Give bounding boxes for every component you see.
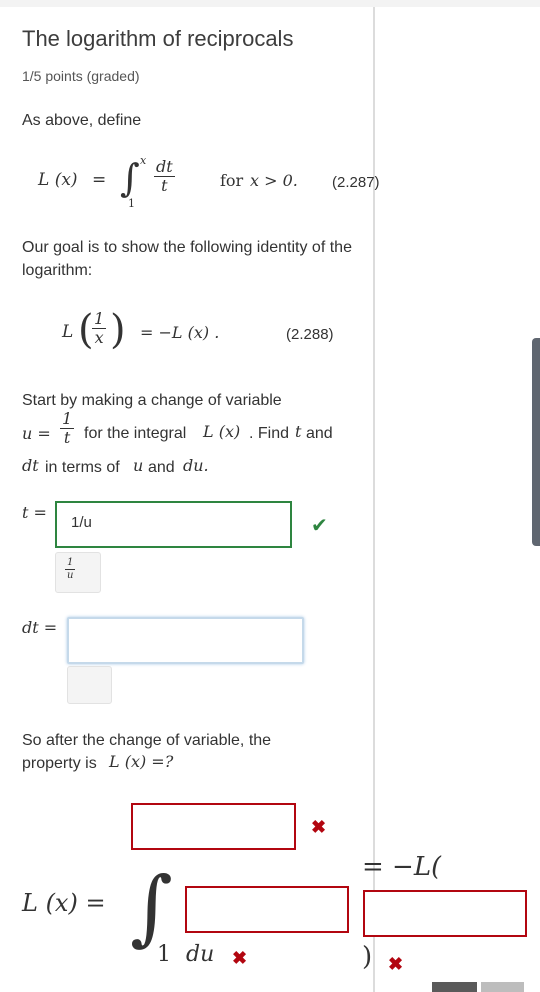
after-text-line-1: So after the change of variable, the <box>22 732 272 749</box>
t-input-value: 1/u <box>71 514 92 531</box>
eq1-number: (2.287) <box>332 174 380 191</box>
step-line-3: dt in terms of u and du. <box>22 456 362 480</box>
step-line-2: u = 1 t for the integral L (x) . Find t … <box>22 410 362 456</box>
final-lower-limit: 1 <box>157 942 171 967</box>
step-and: and <box>306 425 333 442</box>
step-find-var: t <box>295 422 302 441</box>
eq1-lower-limit: 1 <box>128 197 135 210</box>
t-preview-fraction: 1 u <box>65 557 76 582</box>
step-find: . Find <box>249 425 290 442</box>
step-frac-den: t <box>63 428 71 447</box>
show-answer-button[interactable] <box>481 982 524 992</box>
rhs-argument-input[interactable] <box>363 890 527 937</box>
after-text-prefix: property is <box>22 755 97 772</box>
final-close-paren: ) <box>362 942 373 972</box>
eq1-frac-num: dt <box>154 157 175 177</box>
integral-sign: ∫ <box>120 156 140 200</box>
integrand-input[interactable] <box>185 886 349 933</box>
eq2-number: (2.288) <box>286 326 334 343</box>
eq2-right-paren: ) <box>110 307 126 353</box>
after-text-line-2: property is L (x) =? <box>22 752 362 776</box>
step-du: du. <box>183 456 209 475</box>
step-u-eq: u = <box>22 424 51 443</box>
problem-title: The logarithm of reciprocals <box>22 26 294 51</box>
eq2-frac-num: 1 <box>92 309 107 329</box>
step-and-2: and <box>148 459 175 476</box>
dt-preview <box>67 666 112 704</box>
integrand-cross-icon: ✖ <box>232 948 248 968</box>
eq2-L: L <box>62 322 74 342</box>
final-du: du <box>186 942 215 967</box>
equation-2-287: L (x) = ∫ x 1 dt t for x > 0. (2.287) <box>38 150 380 210</box>
eq1-condition: x > 0. <box>250 171 298 190</box>
goal-text: Our goal is to show the following identi… <box>22 239 352 279</box>
eq1-frac-den: t <box>161 176 168 195</box>
eq1-upper-limit: x <box>140 154 147 167</box>
eq2-rhs: = −L (x) . <box>140 323 220 342</box>
eq1-for: for <box>220 171 244 190</box>
eq1-equals: = <box>92 170 107 190</box>
t-input-label: t = <box>22 503 47 522</box>
rhs-cross-icon: ✖ <box>388 954 404 974</box>
dt-input-label: dt = <box>22 618 58 637</box>
submit-button[interactable] <box>432 982 477 992</box>
top-strip <box>0 0 540 7</box>
eq2-fraction: 1 x <box>92 309 107 347</box>
step-integral-ref: L (x) <box>203 422 241 441</box>
t-preview: 1 u <box>55 552 101 593</box>
correct-check-icon: ✔ <box>311 515 328 537</box>
dt-answer-input[interactable] <box>67 617 304 664</box>
step-fraction: 1 t <box>60 409 75 447</box>
step-u: u <box>133 456 144 475</box>
points-label: 1/5 points (graded) <box>22 68 140 84</box>
eq1-lhs: L (x) <box>38 170 78 190</box>
equation-2-288: L ( 1 x ) = −L (x) . (2.288) <box>62 306 362 366</box>
step-frac-num: 1 <box>60 409 75 429</box>
final-lhs: L (x) = <box>22 889 106 917</box>
t-answer-input[interactable]: 1/u <box>55 501 292 548</box>
t-preview-num: 1 <box>65 557 76 570</box>
final-rhs: = −L( <box>362 852 442 882</box>
upper-limit-input[interactable] <box>131 803 296 850</box>
step-in-terms-of: in terms of <box>45 459 120 476</box>
step-line-1: Start by making a change of variable <box>22 392 282 409</box>
after-text-math: L (x) =? <box>109 752 174 771</box>
intro-text: As above, define <box>22 112 142 129</box>
eq1-fraction: dt t <box>154 158 175 195</box>
eq2-frac-den: x <box>94 328 104 347</box>
scrollbar-thumb[interactable] <box>532 338 540 546</box>
step-for-the-integral: for the integral <box>84 425 187 442</box>
step-dt: dt <box>22 456 39 475</box>
t-preview-den: u <box>66 570 74 581</box>
upper-limit-cross-icon: ✖ <box>311 817 327 837</box>
